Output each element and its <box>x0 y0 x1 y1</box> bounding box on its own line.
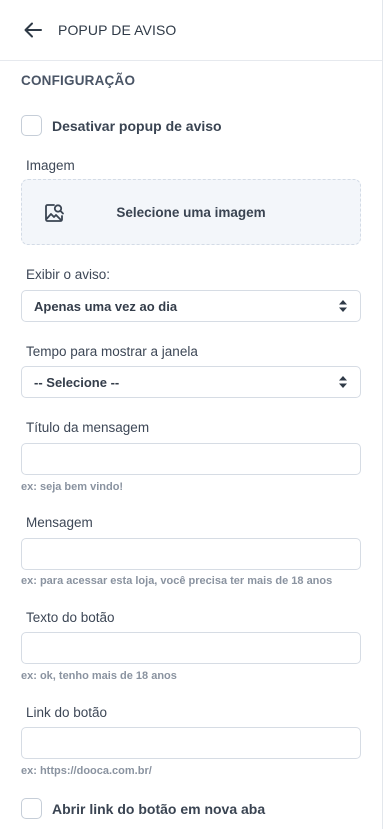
delay-label: Tempo para mostrar a janela <box>26 344 198 359</box>
button-text-label: Texto do botão <box>26 610 115 625</box>
message-hint: ex: para acessar esta loja, você precisa… <box>21 575 333 587</box>
image-label: Imagem <box>26 158 75 173</box>
display-label: Exibir o aviso: <box>26 267 111 282</box>
button-text-input[interactable] <box>21 632 361 664</box>
disable-popup-checkbox[interactable] <box>21 115 42 136</box>
delay-select[interactable]: -- Selecione -- <box>21 366 361 398</box>
back-button[interactable] <box>22 19 44 41</box>
new-tab-row: Abrir link do botão em nova aba <box>21 798 361 819</box>
image-dropzone[interactable]: Selecione uma imagem <box>21 179 361 245</box>
message-title-hint: ex: seja bem vindo! <box>21 481 124 493</box>
dropzone-text: Selecione uma imagem <box>116 204 266 220</box>
button-link-input[interactable] <box>21 727 361 759</box>
section-title: CONFIGURAÇÃO <box>21 73 136 88</box>
button-link-label: Link do botão <box>26 705 108 720</box>
sort-arrows-icon <box>339 376 347 388</box>
display-select-value: Apenas uma vez ao dia <box>34 298 178 314</box>
button-text-hint: ex: ok, tenho mais de 18 anos <box>21 670 177 682</box>
disable-popup-row: Desativar popup de aviso <box>21 115 361 136</box>
new-tab-label: Abrir link do botão em nova aba <box>52 800 266 817</box>
message-input[interactable] <box>21 538 361 570</box>
display-select[interactable]: Apenas uma vez ao dia <box>21 290 361 322</box>
message-title-input[interactable] <box>21 443 361 475</box>
sort-arrows-icon <box>339 300 347 312</box>
page-title: POPUP DE AVISO <box>58 22 177 38</box>
panel-header: POPUP DE AVISO <box>0 0 382 61</box>
new-tab-checkbox[interactable] <box>21 798 42 819</box>
delay-select-value: -- Selecione -- <box>34 374 120 390</box>
image-search-icon <box>45 204 64 222</box>
arrow-left-icon <box>24 22 42 38</box>
message-label: Mensagem <box>26 515 93 530</box>
message-title-label: Título da mensagem <box>26 420 150 435</box>
disable-popup-label: Desativar popup de aviso <box>52 117 222 134</box>
button-link-hint: ex: https://dooca.com.br/ <box>21 765 152 777</box>
settings-panel: POPUP DE AVISO CONFIGURAÇÃO Desativar po… <box>0 0 383 829</box>
